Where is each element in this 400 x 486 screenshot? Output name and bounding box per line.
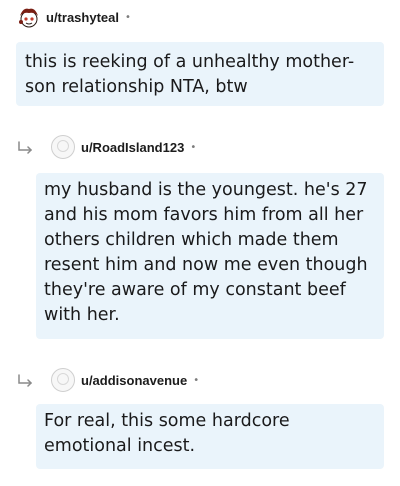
comment-2-header: u/RoadIsland123 •	[17, 135, 196, 159]
snoo-avatar-icon[interactable]	[17, 5, 41, 29]
reply-arrow-icon	[18, 141, 33, 154]
separator-dot: •	[190, 141, 197, 153]
comment-1-header: u/trashyteal •	[17, 5, 131, 29]
reply-arrow-icon	[18, 374, 33, 387]
comment-body: my husband is the youngest. he's 27 and …	[36, 173, 384, 339]
username[interactable]: u/RoadIsland123	[81, 140, 184, 155]
username[interactable]: u/addisonavenue	[81, 373, 187, 388]
comment-body: this is reeking of a unhealthy mother-so…	[16, 42, 384, 106]
comment-body: For real, this some hardcore emotional i…	[36, 404, 384, 469]
default-avatar-icon[interactable]	[51, 368, 75, 392]
comment-3-header: u/addisonavenue •	[17, 368, 199, 392]
separator-dot: •	[193, 374, 200, 386]
separator-dot: •	[124, 11, 131, 23]
username[interactable]: u/trashyteal	[46, 10, 119, 25]
default-avatar-icon[interactable]	[51, 135, 75, 159]
